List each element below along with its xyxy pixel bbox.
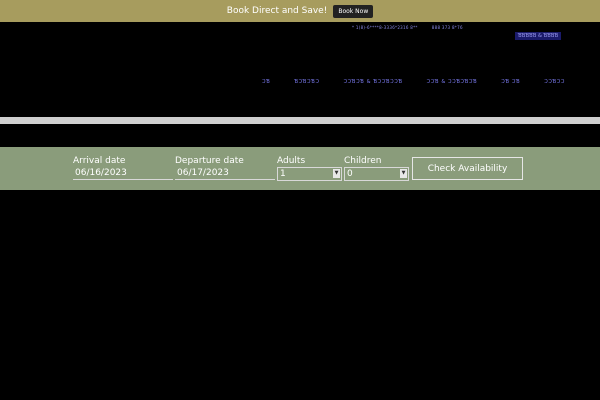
main-nav: ƆƁ ƁƆƁƆƁƆ ƆƆƁƆƁ & ƁƆƆƁƆƆƁ ƆƆƁ & ƆƆƁƆƁƆƁ …	[262, 79, 589, 85]
nav-item-6[interactable]: ƆƆƁƆƆ	[544, 79, 565, 85]
children-field: Children 0 ▼	[344, 147, 409, 181]
departure-field: Departure date 06/17/2023	[175, 147, 275, 180]
nav-item-3[interactable]: ƆƆƁƆƁ & ƁƆƆƁƆƆƁ	[344, 79, 403, 85]
adults-value: 1	[280, 169, 286, 179]
site-header: * 1(8)-6****8-3336*2316 8** 888 373 8*76…	[0, 22, 600, 117]
nav-item-5[interactable]: ƆƁ ƆƁ	[501, 79, 520, 85]
arrival-label: Arrival date	[73, 156, 126, 166]
adults-field: Adults 1 ▼	[277, 147, 342, 181]
chevron-down-icon[interactable]: ▼	[400, 169, 407, 178]
header-book-link[interactable]: ƁƁƁƁƁ & ƁƁƁƁ	[515, 32, 562, 40]
departure-date-input[interactable]: 06/17/2023	[175, 167, 275, 180]
nav-item-2[interactable]: ƁƆƁƆƁƆ	[294, 79, 319, 85]
nav-item-1[interactable]: ƆƁ	[262, 79, 270, 85]
contact-phone[interactable]: * 1(8)-6****8-3336*2316 8**	[352, 25, 418, 30]
adults-select[interactable]: 1 ▼	[277, 167, 342, 181]
contact-info: * 1(8)-6****8-3336*2316 8** 888 373 8*76	[352, 25, 463, 30]
contact-phone-secondary[interactable]: 888 373 8*76	[432, 25, 463, 30]
children-label: Children	[344, 156, 382, 166]
promo-text: Book Direct and Save!	[226, 6, 328, 16]
nav-item-4[interactable]: ƆƆƁ & ƆƆƁƆƁƆƁ	[427, 79, 478, 85]
arrival-date-input[interactable]: 06/16/2023	[73, 167, 173, 180]
children-select[interactable]: 0 ▼	[344, 167, 409, 181]
adults-label: Adults	[277, 156, 306, 166]
promo-bar: Book Direct and Save! Book Now	[0, 0, 600, 22]
arrival-field: Arrival date 06/16/2023	[73, 147, 173, 180]
book-now-button[interactable]: Book Now	[333, 4, 374, 18]
chevron-down-icon[interactable]: ▼	[333, 169, 340, 178]
children-value: 0	[347, 169, 353, 179]
departure-label: Departure date	[175, 156, 244, 166]
header-divider	[0, 117, 600, 124]
check-availability-button[interactable]: Check Availability	[412, 157, 523, 180]
